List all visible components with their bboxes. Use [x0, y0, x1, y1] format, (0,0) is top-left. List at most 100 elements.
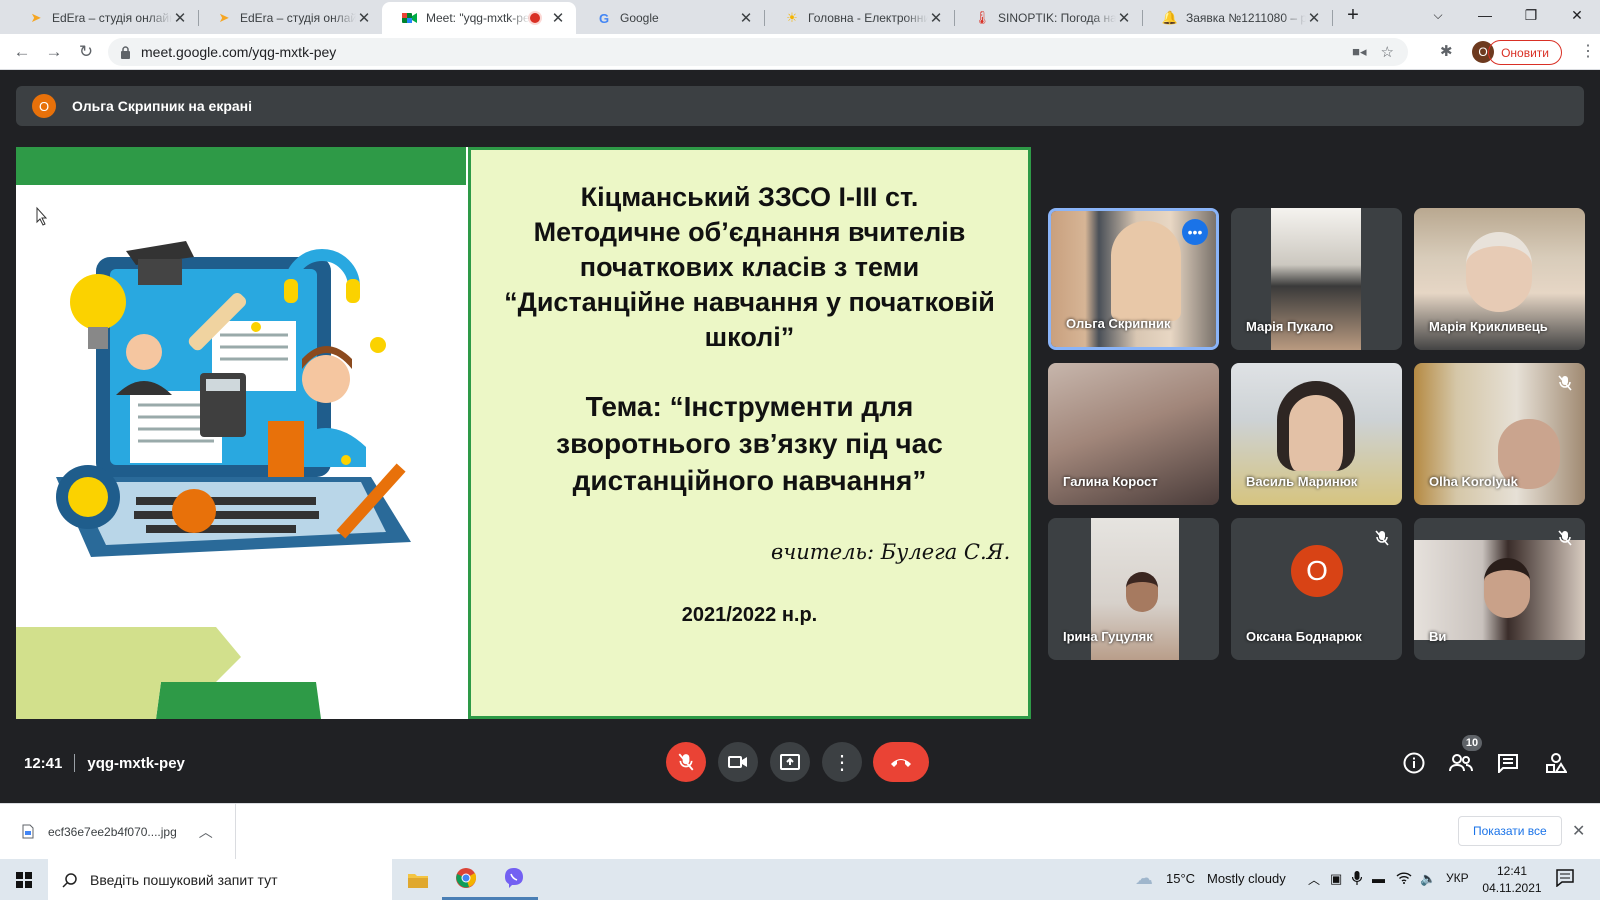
participant-tile[interactable]: О Оксана Боднарюк: [1231, 518, 1402, 660]
show-all-downloads-button[interactable]: Показати все: [1458, 816, 1562, 846]
close-download-bar-icon[interactable]: ✕: [1572, 821, 1585, 841]
download-item[interactable]: ecf36e7ee2b4f070....jpg ︿: [0, 804, 236, 859]
close-tab-icon[interactable]: ✕: [1116, 9, 1132, 27]
presentation-banner: O Ольга Скрипник на екрані: [16, 86, 1584, 126]
taskbar-search-box[interactable]: Введіть пошуковий запит тут: [48, 859, 392, 900]
tab-journal[interactable]: ☀ Головна - Електронний журнал ✕: [764, 2, 954, 34]
meeting-time: 12:41: [24, 754, 63, 772]
shared-slide: Кіцманський ЗЗСО І-ІІІ ст. Методичне об’…: [16, 147, 1031, 719]
new-tab-button[interactable]: +: [1330, 0, 1376, 30]
close-tab-icon[interactable]: ✕: [1306, 9, 1322, 27]
more-options-button[interactable]: ⋮: [822, 742, 862, 782]
slide-illustration: [16, 147, 466, 719]
participant-tile[interactable]: Галина Корост: [1048, 363, 1219, 505]
tab-title: SINOPTIK: Погода на 0: [998, 11, 1116, 25]
participant-tile[interactable]: Василь Маринюк: [1231, 363, 1402, 505]
close-tab-icon[interactable]: ✕: [550, 9, 566, 27]
keyboard-language[interactable]: УКР: [1446, 871, 1469, 885]
windows-taskbar: Введіть пошуковий запит тут ☁ 15°C Mostl…: [0, 859, 1600, 900]
tab-title: EdEra – студія онлайн-освіти: [52, 11, 172, 25]
activities-icon[interactable]: [1541, 748, 1571, 778]
video-camera-icon: [728, 756, 747, 768]
minimize-button[interactable]: —: [1462, 0, 1508, 30]
edera-icon: ➤: [30, 10, 42, 25]
participant-tile[interactable]: ••• Ольга Скрипник: [1048, 208, 1219, 350]
taskbar-clock[interactable]: 12:41 04.11.2021: [1480, 863, 1544, 897]
participant-tile[interactable]: Ірина Гуцуляк: [1048, 518, 1219, 660]
file-explorer-icon[interactable]: [394, 859, 442, 900]
update-button[interactable]: Оновити: [1488, 40, 1562, 65]
participant-name: Olha Korolyuk: [1429, 474, 1518, 489]
mic-off-icon: [1555, 528, 1575, 548]
more-options-icon[interactable]: •••: [1182, 219, 1208, 245]
participant-tile[interactable]: Olha Korolyuk: [1414, 363, 1585, 505]
maximize-button[interactable]: ❐: [1508, 0, 1554, 30]
participant-tile[interactable]: Марія Пукало: [1231, 208, 1402, 350]
slide-title-line: “Дистанційне навчання у початковій: [504, 287, 995, 317]
file-icon: [22, 824, 34, 839]
wifi-icon[interactable]: [1396, 871, 1412, 887]
clock-date: 04.11.2021: [1482, 881, 1542, 895]
temperature[interactable]: 15°C: [1166, 871, 1195, 886]
viber-icon[interactable]: [490, 859, 538, 900]
meet-now-icon[interactable]: ▣: [1330, 871, 1342, 887]
close-tab-icon[interactable]: ✕: [356, 9, 372, 27]
presenter-avatar: O: [32, 94, 56, 118]
tab-zayavka[interactable]: 🔔 Заявка №1211080 – pe ✕: [1142, 2, 1332, 34]
slide-title: Кіцманський ЗЗСО І-ІІІ ст. Методичне об’…: [471, 180, 1028, 355]
presenting-text: Ольга Скрипник на екрані: [72, 98, 253, 114]
present-screen-icon: [780, 754, 800, 770]
extensions-puzzle-icon[interactable]: ✱: [1440, 42, 1453, 60]
battery-icon[interactable]: ▬: [1372, 871, 1385, 886]
address-bar[interactable]: meet.google.com/yqg-mxtk-pey ■◂ ☆: [108, 38, 1408, 66]
close-tab-icon[interactable]: ✕: [738, 9, 754, 27]
people-icon[interactable]: [1446, 748, 1476, 778]
microphone-icon: [1351, 871, 1363, 888]
present-screen-button[interactable]: [770, 742, 810, 782]
meeting-details: 12:41 yqg-mxtk-pey: [24, 754, 185, 772]
tab-edera-2[interactable]: ➤ EdEra – студія онлайн-освіти ✕: [196, 2, 382, 34]
chevron-up-icon[interactable]: ︿: [1308, 871, 1320, 888]
camera-permission-icon[interactable]: ■◂: [1352, 44, 1366, 60]
camera-toggle-button[interactable]: [718, 742, 758, 782]
chrome-menu-icon[interactable]: ⋮: [1580, 41, 1596, 61]
back-button[interactable]: ←: [8, 38, 36, 66]
bookmark-star-icon[interactable]: ☆: [1381, 43, 1394, 61]
tab-title: Заявка №1211080 – pe: [1186, 11, 1306, 25]
slide-title-line: початкових класів з теми: [579, 252, 920, 282]
people-count-badge: 10: [1462, 735, 1482, 751]
chat-icon[interactable]: [1493, 748, 1523, 778]
forward-button[interactable]: →: [40, 38, 68, 66]
chrome-taskbar-icon[interactable]: [442, 859, 490, 900]
bell-icon: 🔔: [1161, 10, 1179, 25]
download-filename: ecf36e7ee2b4f070....jpg: [48, 824, 177, 839]
slide-text-panel: Кіцманський ЗЗСО І-ІІІ ст. Методичне об’…: [468, 147, 1031, 719]
windows-start-icon[interactable]: [0, 859, 48, 900]
close-window-button[interactable]: ✕: [1554, 0, 1600, 30]
meeting-info-icon[interactable]: [1399, 748, 1429, 778]
thermometer-icon: 🌡: [973, 10, 991, 25]
tab-search-chevron-icon[interactable]: ⌵: [1415, 0, 1461, 30]
participant-name: Ви: [1429, 629, 1447, 644]
mic-toggle-button[interactable]: [666, 742, 706, 782]
chevron-up-icon[interactable]: ︿: [199, 822, 213, 842]
volume-icon[interactable]: 🔈: [1420, 871, 1436, 887]
tab-edera-1[interactable]: ➤ EdEra – студія онлайн-освіти ✕: [8, 2, 198, 34]
meeting-code: yqg-mxtk-pey: [87, 754, 185, 772]
tab-strip: ➤ EdEra – студія онлайн-освіти ✕ ➤ EdEra…: [0, 0, 1600, 34]
edera-icon: ➤: [218, 10, 230, 25]
tab-sinoptik[interactable]: 🌡 SINOPTIK: Погода на 0 ✕: [954, 2, 1142, 34]
weather-text[interactable]: Mostly cloudy: [1207, 871, 1286, 886]
reload-button[interactable]: ↻: [72, 38, 100, 66]
participant-tile[interactable]: Ви: [1414, 518, 1585, 660]
leave-call-button[interactable]: [873, 742, 929, 782]
participant-tile[interactable]: Марія Крикливець: [1414, 208, 1585, 350]
notifications-icon[interactable]: [1556, 869, 1574, 892]
close-tab-icon[interactable]: ✕: [928, 9, 944, 27]
tab-meet[interactable]: Meet: "yqg-mxtk-pey" ✕: [382, 2, 576, 34]
slide-title-line: Методичне об’єднання вчителів: [533, 217, 966, 247]
mic-off-icon: [678, 753, 694, 771]
close-tab-icon[interactable]: ✕: [172, 9, 188, 27]
slide-title-line: школі”: [704, 322, 795, 352]
tab-google[interactable]: G Google ✕: [576, 2, 764, 34]
